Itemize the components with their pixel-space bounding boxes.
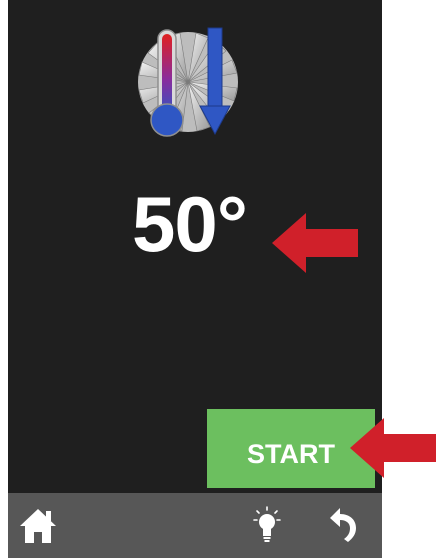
home-icon[interactable] [18,507,58,545]
bottom-toolbar [8,493,382,558]
lightbulb-icon[interactable] [253,506,281,544]
annotation-arrow-start [350,418,436,478]
controller-screen: 50° START [8,0,382,558]
fan-thermometer-icon [130,22,250,142]
temperature-value: 50° [132,180,248,268]
annotation-arrow-temperature [272,213,358,273]
back-arrow-icon[interactable] [326,506,358,544]
